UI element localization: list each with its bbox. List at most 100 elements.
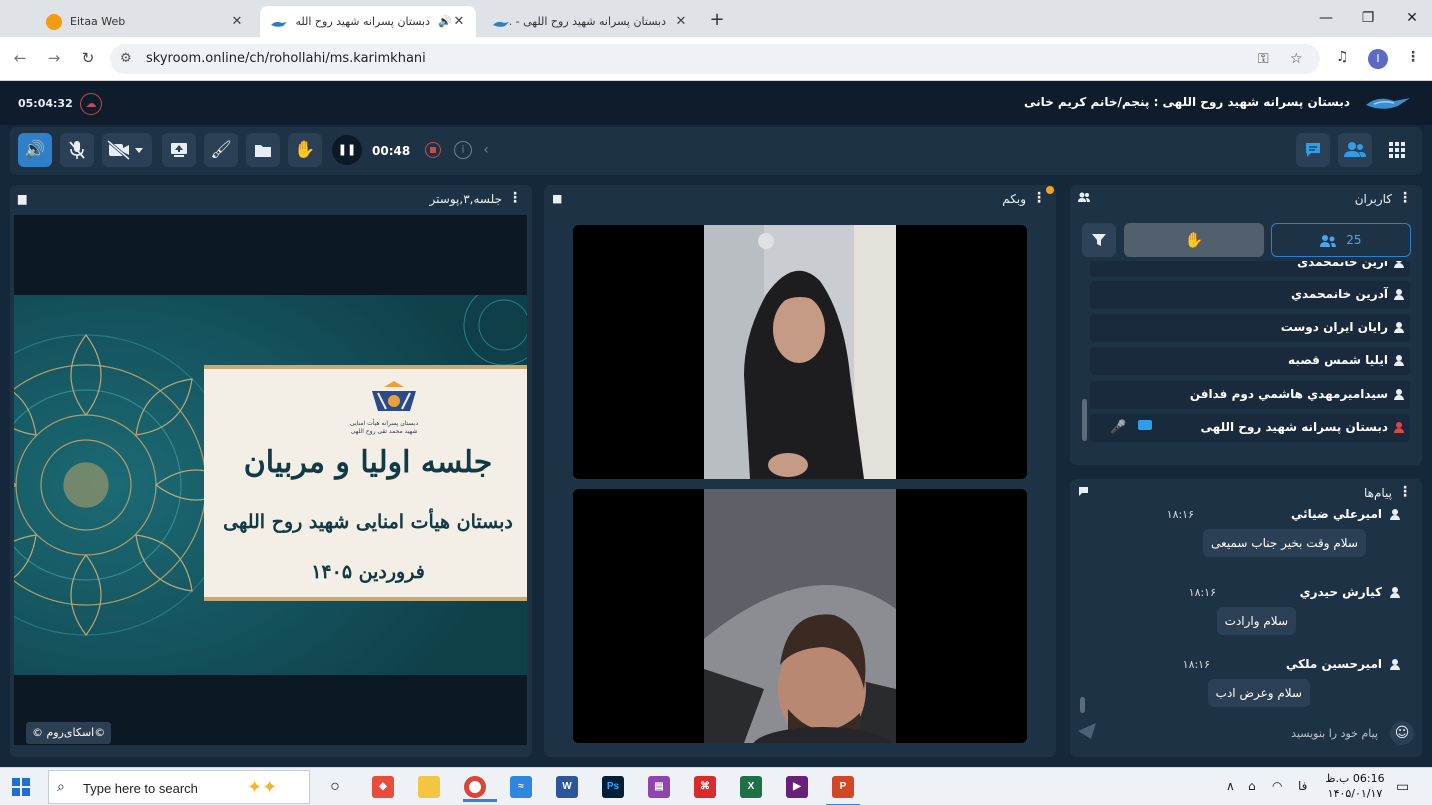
pdf-reader-icon[interactable]: ⌘ — [694, 776, 716, 798]
close-tab-icon[interactable]: ✕ — [674, 14, 688, 29]
site-settings-icon[interactable]: ⚙ — [120, 51, 132, 66]
tab-eitaa[interactable]: Eitaa Web ✕ — [36, 6, 254, 37]
microphone-icon[interactable]: 🎤 — [1110, 420, 1126, 435]
host-user-icon — [1394, 422, 1404, 433]
video-tile-parent[interactable] — [573, 489, 1027, 743]
photoshop-icon[interactable]: Ps — [602, 776, 624, 798]
user-row[interactable]: آرین خانمحمدی — [1090, 261, 1410, 277]
users-panel-button[interactable] — [1338, 133, 1372, 167]
files-button[interactable] — [246, 133, 280, 167]
language-indicator[interactable]: فا — [1298, 779, 1307, 793]
users-scrollbar[interactable] — [1082, 399, 1087, 441]
presentation-panel: ▆ جلسه,۳,پوستر ⋮ دبستان پسرانه هیأت امنا… — [10, 185, 532, 757]
copilot-sparkle-icon[interactable]: ✦✦ — [247, 777, 277, 798]
windows-start-icon[interactable] — [12, 778, 30, 796]
presentation-header: ▆ جلسه,۳,پوستر ⋮ — [10, 185, 532, 213]
forward-icon[interactable]: → — [44, 49, 64, 67]
taskbar-search[interactable]: ⌕ Type here to search ✦✦ — [48, 770, 310, 804]
close-tab-icon[interactable]: ✕ — [230, 14, 244, 29]
users-header: کاربران ⋮ — [1070, 185, 1422, 213]
app-network-icon[interactable]: ≈ — [510, 776, 532, 798]
school-logo-caption: دبستان پسرانه هیأت امنایی شهید محمد تقی … — [329, 420, 439, 436]
minimize-icon[interactable]: — — [1318, 10, 1334, 26]
skyroom-favicon-icon — [270, 18, 288, 27]
copyright-badge: ©اسکای‌روم © — [26, 722, 112, 744]
tab-skyroom-2[interactable]: دبستان پسرانه شهید روح اللهی - ... ✕ — [482, 6, 698, 37]
media-control-icon[interactable]: ♫ — [1336, 49, 1349, 65]
webcam-menu-icon[interactable]: ⋮ — [1032, 190, 1046, 206]
filter-icon[interactable] — [1082, 223, 1116, 257]
back-icon[interactable]: ← — [10, 49, 30, 67]
browser-menu-icon[interactable]: ⋮ — [1406, 49, 1420, 65]
user-row[interactable]: رايان ايران دوست — [1090, 314, 1410, 342]
password-key-icon[interactable]: ⚿ — [1258, 51, 1269, 67]
close-window-icon[interactable]: ✕ — [1404, 10, 1420, 26]
logo-caption-line2: شهید محمد تقی روح اللهی — [350, 428, 418, 435]
emoji-icon[interactable]: ☺ — [1390, 721, 1414, 745]
logo-caption-line1: دبستان پسرانه هیأت امنایی — [350, 420, 418, 427]
url-text[interactable]: skyroom.online/ch/rohollahi/ms.karimkhan… — [146, 51, 426, 66]
word-icon[interactable]: W — [556, 776, 578, 798]
message-list: اميرعلي ضيائي ۱۸:۱۶ سلام وقت بخير جناب س… — [1078, 507, 1418, 713]
close-tab-icon[interactable]: ✕ — [452, 14, 466, 29]
slide: دبستان پسرانه هیأت امنایی شهید محمد تقی … — [14, 295, 527, 675]
raise-hand-button[interactable]: ✋ — [288, 133, 322, 167]
wifi-icon[interactable]: ◠ — [1272, 779, 1282, 793]
presentation-menu-icon[interactable]: ⋮ — [508, 190, 522, 206]
teacher-video-frame — [704, 225, 896, 479]
video-tile-teacher[interactable] — [573, 225, 1027, 479]
maximize-icon[interactable]: ❐ — [1360, 10, 1376, 26]
messages-panel: پیام‌ها ⋮ اميرعلي ضيائي ۱۸:۱۶ سلام وقت ب… — [1070, 479, 1422, 757]
raised-hands-filter-button[interactable]: ✋ — [1124, 223, 1264, 257]
tab-skyroom-active[interactable]: دبستان پسرانه شهید روح الله 🔊 ✕ — [260, 6, 476, 37]
windows-taskbar: ⌕ Type here to search ✦✦ ○ ◆ ≈ W Ps ▤ ⌘ … — [0, 767, 1432, 805]
mic-off-button[interactable] — [60, 133, 94, 167]
excel-icon[interactable]: X — [740, 776, 762, 798]
speaker-toggle-button[interactable]: 🔊 — [18, 133, 52, 167]
stop-recording-button[interactable] — [416, 133, 450, 167]
message-input[interactable] — [1098, 719, 1378, 747]
user-icon — [1394, 289, 1404, 300]
chat-panel-button[interactable] — [1296, 133, 1330, 167]
chrome-icon[interactable] — [463, 776, 497, 802]
messages-menu-icon[interactable]: ⋮ — [1398, 484, 1412, 500]
tray-overflow-icon[interactable]: ∧ — [1226, 779, 1235, 793]
user-name: آدرین خانمحمدي — [1291, 287, 1388, 301]
omnibox[interactable]: ⚙ skyroom.online/ch/rohollahi/ms.karimkh… — [110, 44, 1320, 74]
browser-tab-strip: Eitaa Web ✕ دبستان پسرانه شهید روح الله … — [0, 0, 1432, 37]
user-row[interactable]: سیدامیرمهدي هاشمي دوم فدافن — [1090, 381, 1410, 409]
whiteboard-brush-button[interactable]: 🖌 — [204, 133, 238, 167]
collapse-toolbar-icon[interactable]: ‹ — [476, 133, 496, 167]
camera-off-button[interactable] — [102, 133, 152, 167]
profile-avatar[interactable]: I — [1368, 49, 1388, 69]
notification-icon[interactable]: ▭ — [1396, 779, 1409, 795]
all-users-count-button[interactable]: 25 — [1271, 223, 1411, 257]
bookmark-star-icon[interactable]: ☆ — [1290, 51, 1303, 67]
reload-icon[interactable]: ↻ — [78, 49, 98, 67]
speaker-icon[interactable]: 🔊 — [438, 15, 452, 28]
users-menu-icon[interactable]: ⋮ — [1398, 190, 1412, 206]
user-row-host[interactable]: دبستان پسرانه شهید روح اللهی 🎤 — [1090, 414, 1410, 442]
network-icon[interactable]: ⌂ — [1248, 779, 1256, 793]
new-tab-button[interactable]: + — [708, 9, 726, 30]
powerpoint-icon[interactable]: P — [826, 776, 860, 805]
sender-name: اميرعلي ضيائي — [1291, 507, 1382, 521]
file-explorer-icon[interactable] — [418, 776, 440, 798]
skyroom-logo — [1364, 93, 1412, 113]
messages-scrollbar[interactable] — [1080, 697, 1085, 713]
screen-share-button[interactable] — [162, 133, 196, 167]
task-view-icon[interactable]: ○ — [324, 776, 346, 798]
user-row[interactable]: ايليا شمس قصبه — [1090, 347, 1410, 375]
winrar-icon[interactable]: ▤ — [648, 776, 670, 798]
recording-cloud-icon[interactable]: ☁ — [80, 93, 102, 115]
info-icon[interactable]: i — [446, 133, 480, 167]
app-grid-button[interactable] — [1380, 133, 1414, 167]
send-icon[interactable] — [1078, 723, 1096, 743]
app-anydesk-icon[interactable]: ◆ — [372, 776, 394, 798]
visual-studio-icon[interactable]: ▶ — [786, 776, 808, 798]
taskbar-clock[interactable]: 06:16 ب.ظ ۱۴۰۵/۰۱/۱۷ — [1320, 771, 1390, 801]
video-camera-icon[interactable] — [1138, 420, 1152, 430]
user-row[interactable]: آدرین خانمحمدي — [1090, 281, 1410, 309]
camera-icon: ■ — [552, 192, 563, 205]
pause-recording-button[interactable]: ❚❚ — [332, 135, 362, 165]
